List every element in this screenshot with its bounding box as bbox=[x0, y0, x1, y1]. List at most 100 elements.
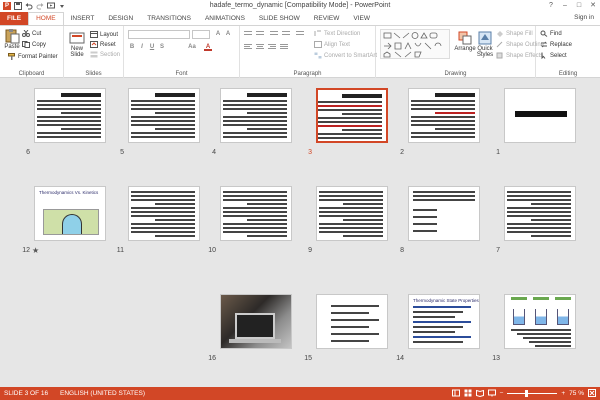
section-button[interactable]: Section bbox=[90, 51, 120, 58]
slide-thumbnail-11[interactable] bbox=[128, 186, 200, 241]
slide-text-line bbox=[223, 120, 287, 122]
tab-design[interactable]: DESIGN bbox=[101, 12, 140, 25]
section-icon bbox=[90, 51, 98, 58]
normal-view-icon[interactable] bbox=[451, 389, 460, 397]
slide-text-line bbox=[318, 133, 382, 135]
cut-button[interactable]: Cut bbox=[22, 30, 41, 37]
tab-review[interactable]: REVIEW bbox=[307, 12, 347, 25]
select-button[interactable]: Select bbox=[540, 52, 567, 59]
paste-button[interactable]: Paste bbox=[2, 28, 22, 50]
slide-text-line bbox=[223, 231, 287, 233]
tab-transitions[interactable]: TRANSITIONS bbox=[140, 12, 198, 25]
tab-view[interactable]: VIEW bbox=[346, 12, 377, 25]
tab-file[interactable]: FILE bbox=[0, 12, 29, 25]
copy-button[interactable]: Copy bbox=[22, 41, 46, 48]
font-size-dropdown[interactable] bbox=[192, 30, 210, 39]
slide-text-line bbox=[342, 129, 382, 131]
shapes-gallery[interactable] bbox=[380, 29, 450, 59]
new-slide-button[interactable]: New Slide bbox=[66, 30, 88, 58]
font-color-icon[interactable]: A bbox=[204, 43, 212, 51]
customize-qat-icon[interactable] bbox=[58, 2, 66, 10]
slide-text-line bbox=[413, 311, 463, 313]
font-name-dropdown[interactable] bbox=[128, 30, 190, 39]
ribbon-home: Paste Cut Copy Format Painter Clipboard … bbox=[0, 25, 600, 78]
change-case-button[interactable]: Aa bbox=[186, 43, 198, 51]
copy-icon bbox=[22, 41, 30, 48]
section-label: Section bbox=[100, 51, 121, 58]
slide-text-line bbox=[131, 199, 195, 201]
close-button[interactable]: ✕ bbox=[586, 0, 600, 12]
slide-thumbnail-14[interactable]: Thermodynamic State Properties bbox=[408, 294, 480, 349]
align-text-button[interactable]: Align Text bbox=[314, 41, 350, 48]
shrink-font-icon[interactable]: A bbox=[224, 30, 232, 38]
slide-thumbnail-4[interactable] bbox=[220, 88, 292, 143]
transition-star-icon[interactable]: ★ bbox=[32, 246, 39, 255]
quick-styles-label: Quick Styles bbox=[476, 46, 494, 58]
grow-font-icon[interactable]: A bbox=[214, 30, 222, 38]
reading-view-icon[interactable] bbox=[475, 389, 484, 397]
sign-in-link[interactable]: Sign in bbox=[574, 14, 594, 21]
layout-button[interactable]: Layout bbox=[90, 31, 118, 38]
maximize-button[interactable]: □ bbox=[572, 0, 586, 12]
slide-thumbnail-3[interactable] bbox=[316, 88, 388, 143]
slide-thumbnail-5[interactable] bbox=[128, 88, 200, 143]
arrange-button[interactable]: Arrange bbox=[454, 30, 476, 52]
save-icon[interactable] bbox=[14, 2, 22, 10]
slide-text-line bbox=[507, 215, 571, 217]
slide-text-line bbox=[531, 219, 571, 221]
bold-button[interactable]: B bbox=[128, 43, 136, 51]
language-indicator[interactable]: ENGLISH (UNITED STATES) bbox=[60, 390, 145, 397]
tab-insert[interactable]: INSERT bbox=[64, 12, 102, 25]
italic-button[interactable]: I bbox=[138, 43, 146, 51]
slideshow-view-icon[interactable] bbox=[487, 389, 496, 397]
slide-text-line bbox=[155, 203, 195, 205]
format-painter-button[interactable]: Format Painter bbox=[8, 53, 58, 60]
zoom-level[interactable]: 75 % bbox=[569, 390, 584, 397]
fit-to-window-icon[interactable] bbox=[588, 389, 596, 397]
reset-button[interactable]: Reset bbox=[90, 41, 116, 48]
zoom-in-button[interactable]: + bbox=[561, 390, 565, 397]
slide-thumbnail-15[interactable] bbox=[316, 294, 388, 349]
slide-text-line bbox=[507, 207, 571, 209]
slide-text-line bbox=[331, 340, 369, 342]
start-slideshow-icon[interactable] bbox=[47, 2, 55, 10]
quick-styles-button[interactable]: Quick Styles bbox=[474, 30, 496, 58]
tab-animations[interactable]: ANIMATIONS bbox=[198, 12, 252, 25]
slide-sorter-view-icon[interactable] bbox=[464, 389, 472, 397]
tab-slide-show[interactable]: SLIDE SHOW bbox=[252, 12, 307, 25]
help-button[interactable]: ? bbox=[544, 0, 558, 12]
undo-icon[interactable] bbox=[25, 2, 33, 10]
slide-thumbnail-2[interactable] bbox=[408, 88, 480, 143]
slide-thumbnail-9[interactable] bbox=[316, 186, 388, 241]
slide-thumbnail-6[interactable] bbox=[34, 88, 106, 143]
slide-text-line bbox=[319, 199, 383, 201]
slide-thumbnail-16[interactable] bbox=[220, 294, 292, 349]
slide-thumbnail-12[interactable]: Thermodynamics Vs. Kinetics bbox=[34, 186, 106, 241]
clipboard-group-label: Clipboard bbox=[18, 71, 45, 77]
slide-text-line bbox=[247, 112, 287, 114]
slide-thumbnail-8[interactable] bbox=[408, 186, 480, 241]
shadow-button[interactable]: S bbox=[158, 43, 166, 51]
slide-thumbnail-7[interactable] bbox=[504, 186, 576, 241]
slide-text-line bbox=[411, 120, 475, 122]
replace-button[interactable]: Replace bbox=[540, 41, 572, 48]
alignment-icons[interactable] bbox=[244, 43, 304, 51]
slide-thumbnail-13[interactable] bbox=[504, 294, 576, 349]
tab-home[interactable]: HOME bbox=[28, 12, 64, 25]
slide-text-line bbox=[223, 195, 287, 197]
font-group-label: Font bbox=[175, 71, 188, 77]
find-button[interactable]: Find bbox=[540, 30, 562, 37]
minimize-button[interactable]: – bbox=[558, 0, 572, 12]
underline-button[interactable]: U bbox=[148, 43, 156, 51]
redo-icon[interactable] bbox=[36, 2, 44, 10]
zoom-slider-thumb[interactable] bbox=[525, 389, 529, 397]
slide-thumbnail-10[interactable] bbox=[220, 186, 292, 241]
slide-thumbnail-1[interactable] bbox=[504, 88, 576, 143]
slide-text-line bbox=[131, 100, 195, 102]
zoom-out-button[interactable]: − bbox=[500, 390, 504, 397]
convert-smartart-button[interactable]: Convert to SmartArt bbox=[314, 52, 377, 59]
zoom-slider[interactable] bbox=[507, 389, 558, 397]
slide-text-line bbox=[331, 312, 369, 314]
shape-fill-button[interactable]: Shape Fill bbox=[496, 30, 533, 37]
text-direction-button[interactable]: Text Direction bbox=[314, 30, 360, 37]
